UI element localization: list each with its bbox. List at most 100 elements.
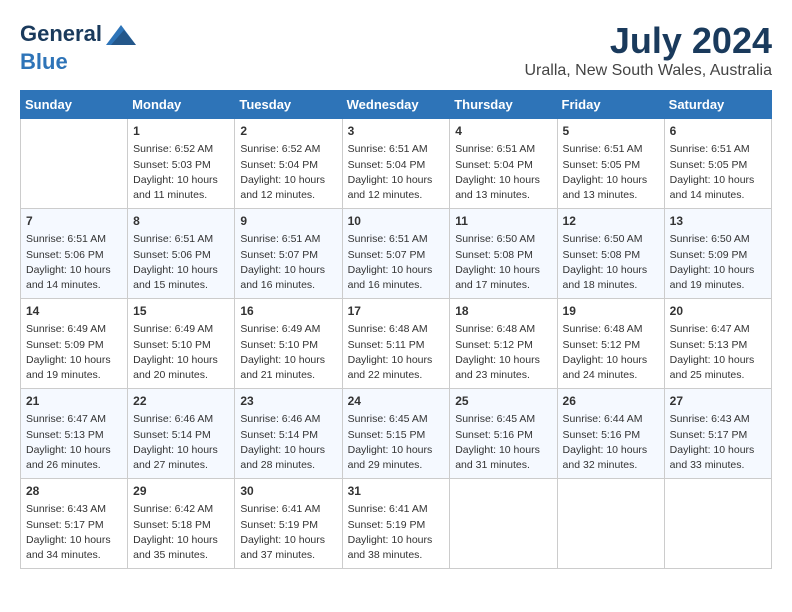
sunset-text: Sunset: 5:10 PM bbox=[133, 338, 229, 353]
sunset-text: Sunset: 5:13 PM bbox=[26, 428, 122, 443]
day-number: 22 bbox=[133, 393, 229, 410]
day-number: 23 bbox=[240, 393, 336, 410]
logo-icon bbox=[106, 20, 136, 50]
sunrise-text: Sunrise: 6:51 AM bbox=[240, 232, 336, 247]
day-number: 31 bbox=[348, 483, 445, 500]
daylight-text: Daylight: 10 hours and 26 minutes. bbox=[26, 443, 122, 473]
day-number: 30 bbox=[240, 483, 336, 500]
col-sunday: Sunday bbox=[21, 91, 128, 119]
calendar-cell: 14Sunrise: 6:49 AMSunset: 5:09 PMDayligh… bbox=[21, 299, 128, 389]
day-number: 19 bbox=[563, 303, 659, 320]
sunrise-text: Sunrise: 6:48 AM bbox=[348, 322, 445, 337]
sunrise-text: Sunrise: 6:46 AM bbox=[240, 412, 336, 427]
sunrise-text: Sunrise: 6:43 AM bbox=[26, 502, 122, 517]
calendar-week-row: 14Sunrise: 6:49 AMSunset: 5:09 PMDayligh… bbox=[21, 299, 772, 389]
calendar-cell: 28Sunrise: 6:43 AMSunset: 5:17 PMDayligh… bbox=[21, 479, 128, 569]
sunset-text: Sunset: 5:06 PM bbox=[26, 248, 122, 263]
calendar-cell bbox=[21, 119, 128, 209]
calendar-cell: 13Sunrise: 6:50 AMSunset: 5:09 PMDayligh… bbox=[664, 209, 771, 299]
day-number: 25 bbox=[455, 393, 551, 410]
col-tuesday: Tuesday bbox=[235, 91, 342, 119]
sunset-text: Sunset: 5:12 PM bbox=[455, 338, 551, 353]
calendar-cell: 9Sunrise: 6:51 AMSunset: 5:07 PMDaylight… bbox=[235, 209, 342, 299]
sunrise-text: Sunrise: 6:47 AM bbox=[670, 322, 766, 337]
col-friday: Friday bbox=[557, 91, 664, 119]
sunrise-text: Sunrise: 6:45 AM bbox=[455, 412, 551, 427]
sunrise-text: Sunrise: 6:51 AM bbox=[348, 232, 445, 247]
daylight-text: Daylight: 10 hours and 12 minutes. bbox=[348, 173, 445, 203]
daylight-text: Daylight: 10 hours and 13 minutes. bbox=[455, 173, 551, 203]
sunrise-text: Sunrise: 6:49 AM bbox=[26, 322, 122, 337]
sunset-text: Sunset: 5:17 PM bbox=[670, 428, 766, 443]
daylight-text: Daylight: 10 hours and 31 minutes. bbox=[455, 443, 551, 473]
sunset-text: Sunset: 5:09 PM bbox=[670, 248, 766, 263]
day-number: 10 bbox=[348, 213, 445, 230]
sunrise-text: Sunrise: 6:52 AM bbox=[133, 142, 229, 157]
daylight-text: Daylight: 10 hours and 14 minutes. bbox=[26, 263, 122, 293]
day-number: 9 bbox=[240, 213, 336, 230]
sunrise-text: Sunrise: 6:51 AM bbox=[348, 142, 445, 157]
day-number: 28 bbox=[26, 483, 122, 500]
calendar-week-row: 28Sunrise: 6:43 AMSunset: 5:17 PMDayligh… bbox=[21, 479, 772, 569]
day-number: 8 bbox=[133, 213, 229, 230]
daylight-text: Daylight: 10 hours and 35 minutes. bbox=[133, 533, 229, 563]
calendar-cell: 3 Sunrise: 6:51 AMSunset: 5:04 PMDaylight… bbox=[342, 119, 450, 209]
daylight-text: Daylight: 10 hours and 13 minutes. bbox=[563, 173, 659, 203]
calendar-header-row: Sunday Monday Tuesday Wednesday Thursday… bbox=[21, 91, 772, 119]
sunset-text: Sunset: 5:07 PM bbox=[348, 248, 445, 263]
calendar-cell: 20Sunrise: 6:47 AMSunset: 5:13 PMDayligh… bbox=[664, 299, 771, 389]
sunrise-text: Sunrise: 6:46 AM bbox=[133, 412, 229, 427]
day-number: 3 bbox=[348, 123, 445, 140]
day-number: 27 bbox=[670, 393, 766, 410]
sunset-text: Sunset: 5:04 PM bbox=[455, 158, 551, 173]
daylight-text: Daylight: 10 hours and 34 minutes. bbox=[26, 533, 122, 563]
sunset-text: Sunset: 5:11 PM bbox=[348, 338, 445, 353]
col-thursday: Thursday bbox=[450, 91, 557, 119]
daylight-text: Daylight: 10 hours and 19 minutes. bbox=[26, 353, 122, 383]
daylight-text: Daylight: 10 hours and 17 minutes. bbox=[455, 263, 551, 293]
sunset-text: Sunset: 5:05 PM bbox=[670, 158, 766, 173]
col-monday: Monday bbox=[128, 91, 235, 119]
day-number: 2 bbox=[240, 123, 336, 140]
sunset-text: Sunset: 5:18 PM bbox=[133, 518, 229, 533]
sunset-text: Sunset: 5:04 PM bbox=[348, 158, 445, 173]
sunset-text: Sunset: 5:06 PM bbox=[133, 248, 229, 263]
logo: General Blue bbox=[20, 20, 136, 74]
sunrise-text: Sunrise: 6:49 AM bbox=[133, 322, 229, 337]
day-number: 12 bbox=[563, 213, 659, 230]
sunrise-text: Sunrise: 6:43 AM bbox=[670, 412, 766, 427]
calendar-cell: 16Sunrise: 6:49 AMSunset: 5:10 PMDayligh… bbox=[235, 299, 342, 389]
daylight-text: Daylight: 10 hours and 18 minutes. bbox=[563, 263, 659, 293]
calendar-cell: 2Sunrise: 6:52 AMSunset: 5:04 PMDaylight… bbox=[235, 119, 342, 209]
sunset-text: Sunset: 5:16 PM bbox=[455, 428, 551, 443]
day-number: 24 bbox=[348, 393, 445, 410]
day-number: 15 bbox=[133, 303, 229, 320]
sunrise-text: Sunrise: 6:48 AM bbox=[563, 322, 659, 337]
day-number: 20 bbox=[670, 303, 766, 320]
daylight-text: Daylight: 10 hours and 22 minutes. bbox=[348, 353, 445, 383]
daylight-text: Daylight: 10 hours and 20 minutes. bbox=[133, 353, 229, 383]
sunset-text: Sunset: 5:03 PM bbox=[133, 158, 229, 173]
sunrise-text: Sunrise: 6:45 AM bbox=[348, 412, 445, 427]
calendar-cell: 8Sunrise: 6:51 AMSunset: 5:06 PMDaylight… bbox=[128, 209, 235, 299]
calendar-cell: 23Sunrise: 6:46 AMSunset: 5:14 PMDayligh… bbox=[235, 389, 342, 479]
calendar-cell: 19Sunrise: 6:48 AMSunset: 5:12 PMDayligh… bbox=[557, 299, 664, 389]
page-header: General Blue July 2024 Uralla, New South… bbox=[20, 20, 772, 80]
calendar-cell: 26Sunrise: 6:44 AMSunset: 5:16 PMDayligh… bbox=[557, 389, 664, 479]
daylight-text: Daylight: 10 hours and 23 minutes. bbox=[455, 353, 551, 383]
sunset-text: Sunset: 5:19 PM bbox=[240, 518, 336, 533]
daylight-text: Daylight: 10 hours and 19 minutes. bbox=[670, 263, 766, 293]
day-number: 26 bbox=[563, 393, 659, 410]
calendar-cell: 21Sunrise: 6:47 AMSunset: 5:13 PMDayligh… bbox=[21, 389, 128, 479]
sunset-text: Sunset: 5:08 PM bbox=[455, 248, 551, 263]
calendar-table: Sunday Monday Tuesday Wednesday Thursday… bbox=[20, 90, 772, 569]
daylight-text: Daylight: 10 hours and 12 minutes. bbox=[240, 173, 336, 203]
day-number: 18 bbox=[455, 303, 551, 320]
day-number: 11 bbox=[455, 213, 551, 230]
day-number: 13 bbox=[670, 213, 766, 230]
calendar-cell bbox=[664, 479, 771, 569]
sunrise-text: Sunrise: 6:52 AM bbox=[240, 142, 336, 157]
daylight-text: Daylight: 10 hours and 37 minutes. bbox=[240, 533, 336, 563]
sunrise-text: Sunrise: 6:51 AM bbox=[563, 142, 659, 157]
sunset-text: Sunset: 5:16 PM bbox=[563, 428, 659, 443]
